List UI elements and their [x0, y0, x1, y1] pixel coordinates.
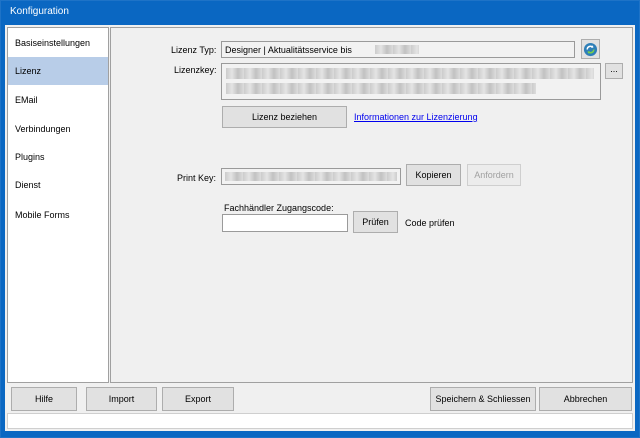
sidebar-item-verbindungen[interactable]: Verbindungen	[8, 115, 108, 143]
sidebar-item-email[interactable]: EMail	[8, 86, 108, 114]
license-type-field: Designer | Aktualitätsservice bis	[221, 41, 575, 58]
help-button[interactable]: Hilfe	[11, 387, 77, 411]
cancel-button[interactable]: Abbrechen	[539, 387, 632, 411]
license-key-label: Lizenzkey:	[174, 65, 217, 75]
print-key-field[interactable]	[221, 168, 401, 185]
status-bar	[7, 413, 633, 429]
redacted-date	[375, 45, 419, 54]
export-button[interactable]: Export	[162, 387, 234, 411]
sidebar-item-lizenz[interactable]: Lizenz	[8, 57, 108, 85]
window-client-area: Basiseinstellungen Lizenz EMail Verbindu…	[5, 25, 635, 431]
refresh-license-button[interactable]	[581, 39, 600, 59]
copy-print-key-button[interactable]: Kopieren	[406, 164, 461, 186]
browse-license-button[interactable]: ...	[605, 63, 623, 79]
check-code-button[interactable]: Prüfen	[353, 211, 398, 233]
sidebar-item-dienst[interactable]: Dienst	[8, 171, 108, 199]
license-info-link[interactable]: Informationen zur Lizenzierung	[354, 112, 478, 122]
dealer-code-label: Fachhändler Zugangscode:	[224, 203, 334, 213]
sidebar-item-plugins[interactable]: Plugins	[8, 143, 108, 171]
sidebar-nav: Basiseinstellungen Lizenz EMail Verbindu…	[7, 27, 109, 383]
configuration-window: Konfiguration Basiseinstellungen Lizenz …	[0, 0, 640, 438]
check-code-hint: Code prüfen	[405, 218, 455, 228]
print-key-label: Print Key:	[177, 173, 217, 183]
title-bar[interactable]: Konfiguration	[1, 1, 639, 23]
sidebar-item-basiseinstellungen[interactable]: Basiseinstellungen	[8, 29, 108, 57]
license-type-value: Designer | Aktualitätsservice bis	[225, 45, 352, 55]
redacted-print-key	[225, 172, 397, 181]
sidebar-item-mobile-forms[interactable]: Mobile Forms	[8, 201, 108, 229]
refresh-icon	[583, 42, 598, 59]
redacted-license-key-line1	[226, 68, 594, 79]
get-license-button[interactable]: Lizenz beziehen	[222, 106, 347, 128]
dealer-code-input[interactable]	[222, 214, 348, 232]
license-panel: Lizenz Typ: Designer | Aktualitätsservic…	[110, 27, 633, 383]
license-key-field[interactable]	[221, 63, 601, 100]
window-title: Konfiguration	[10, 6, 69, 17]
request-button[interactable]: Anfordern	[467, 164, 521, 186]
import-button[interactable]: Import	[86, 387, 157, 411]
save-and-close-button[interactable]: Speichern & Schliessen	[430, 387, 536, 411]
license-type-label: Lizenz Typ:	[171, 45, 217, 55]
redacted-license-key-line2	[226, 83, 536, 94]
